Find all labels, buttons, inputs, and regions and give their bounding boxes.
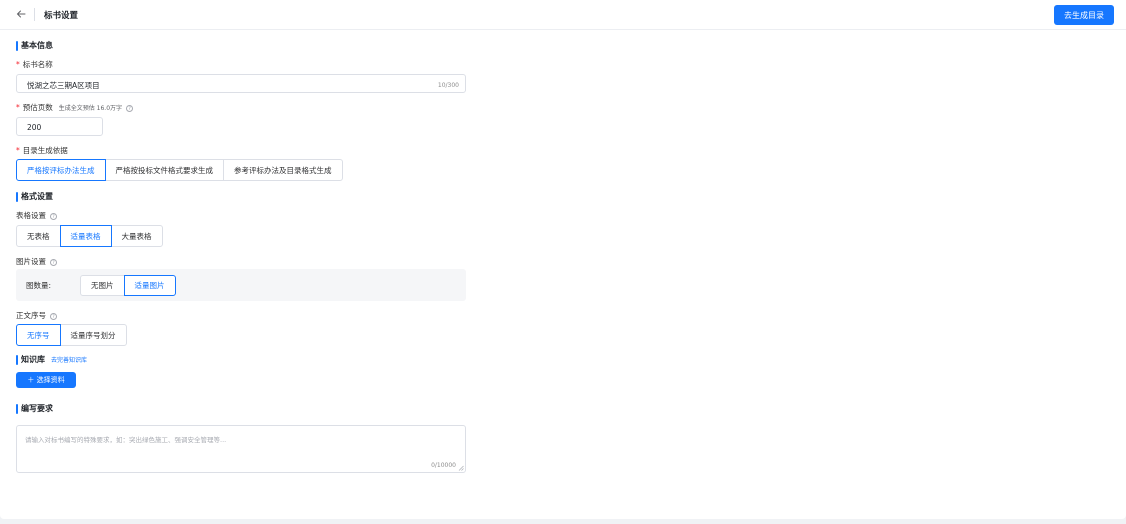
pages-value: 200	[27, 123, 42, 132]
basis-option-strict-scoring[interactable]: 严格按评标办法生成	[16, 159, 106, 181]
table-option-many[interactable]: 大量表格	[110, 225, 163, 247]
improve-knowledge-link[interactable]: 去完善知识库	[51, 357, 87, 364]
section-title-basic-info: 基本信息	[16, 41, 53, 51]
image-segmented: 无图片 适量图片	[80, 275, 176, 296]
section-title-requirements: 编写要求	[16, 404, 53, 414]
select-material-button[interactable]: ＋ 选择资料	[16, 372, 76, 388]
plus-icon: ＋	[27, 376, 37, 384]
table-segmented: 无表格 适量表格 大量表格	[16, 225, 163, 247]
pages-label: * 预估页数 生成全文预估 16.0万字?	[16, 102, 134, 113]
pages-hint: 生成全文预估 16.0万字	[58, 105, 123, 112]
basis-label: * 目录生成依据	[16, 146, 68, 155]
image-setting-label: 图片设置?	[16, 256, 57, 267]
page-title: 标书设置	[44, 11, 79, 21]
required-mark: *	[16, 103, 20, 112]
arrow-left-icon[interactable]	[15, 8, 27, 20]
bid-name-input[interactable]: 悦湖之芯三期A区项目 10/300	[16, 74, 466, 93]
numbering-label: 正文序号?	[16, 310, 57, 321]
requirements-textarea[interactable]: 请输入对标书编写的特殊要求，如：突出绿色施工、强调安全管理等... 0/1000…	[16, 425, 466, 473]
table-option-moderate[interactable]: 适量表格	[59, 225, 112, 247]
basis-option-strict-format[interactable]: 严格按投标文件格式要求生成	[104, 159, 224, 181]
image-count-label: 图数量:	[26, 281, 52, 290]
numbering-option-moderate[interactable]: 适量序号划分	[59, 324, 127, 346]
image-option-none[interactable]: 无图片	[80, 275, 125, 296]
numbering-segmented: 无序号 适量序号划分	[16, 324, 127, 346]
requirements-placeholder: 请输入对标书编写的特殊要求，如：突出绿色施工、强调安全管理等...	[25, 436, 227, 444]
page-header: 标书设置 去生成目录	[0, 0, 1126, 30]
help-icon[interactable]: ?	[50, 258, 57, 266]
required-mark: *	[16, 60, 20, 69]
header-divider	[34, 8, 35, 21]
image-setting-panel: 图数量: 无图片 适量图片	[16, 269, 466, 301]
help-icon[interactable]: ?	[50, 312, 57, 320]
numbering-option-none[interactable]: 无序号	[16, 324, 61, 346]
bid-name-label: * 标书名称	[16, 60, 53, 69]
section-title-knowledge: 知识库 去完善知识库	[16, 355, 87, 366]
settings-card: 标书设置 去生成目录 基本信息 * 标书名称 悦湖之芯三期A区项目 10/300 …	[0, 0, 1126, 519]
bid-name-counter: 10/300	[437, 82, 459, 89]
generate-catalog-button[interactable]: 去生成目录	[1054, 5, 1114, 25]
bid-name-value: 悦湖之芯三期A区项目	[27, 81, 100, 90]
section-title-format: 格式设置	[16, 192, 53, 202]
basis-option-reference[interactable]: 参考评标办法及目录格式生成	[223, 159, 343, 181]
pages-input[interactable]: 200	[16, 117, 103, 136]
required-mark: *	[16, 146, 20, 155]
table-option-none[interactable]: 无表格	[16, 225, 61, 247]
image-option-moderate[interactable]: 适量图片	[123, 275, 176, 296]
resize-handle-icon[interactable]	[458, 465, 464, 471]
help-icon[interactable]: ?	[50, 212, 57, 220]
basis-segmented: 严格按评标办法生成 严格按投标文件格式要求生成 参考评标办法及目录格式生成	[16, 159, 343, 181]
table-setting-label: 表格设置?	[16, 210, 57, 221]
requirements-counter: 0/10000	[431, 462, 456, 469]
help-icon[interactable]: ?	[126, 104, 134, 112]
